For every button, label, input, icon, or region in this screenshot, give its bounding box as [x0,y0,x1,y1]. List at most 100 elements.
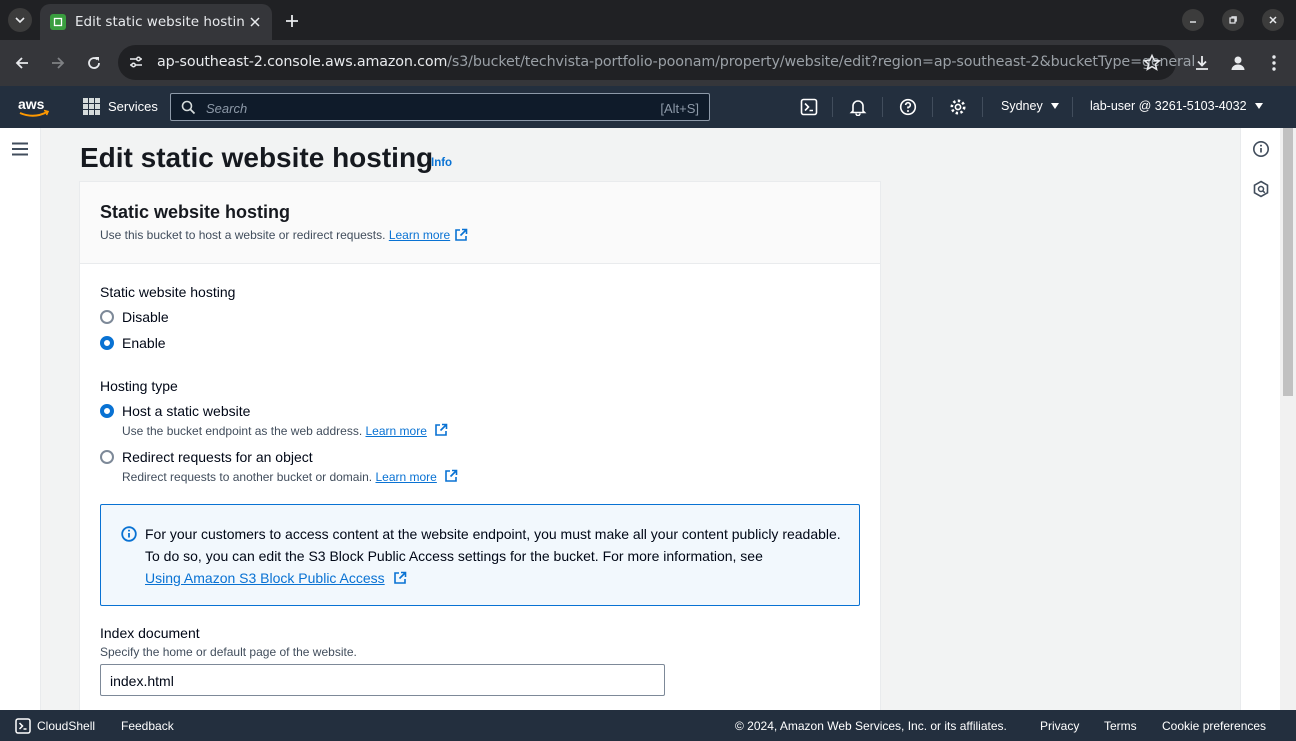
scrollbar-thumb[interactable] [1283,128,1293,396]
radio-label: Host a static website [122,403,251,419]
cloudshell-label: CloudShell [37,719,96,733]
profile-icon[interactable] [1227,52,1249,74]
services-label: Services [108,99,158,114]
external-link-icon [435,423,448,436]
radio-enable[interactable]: Enable [100,335,166,351]
static-hosting-panel: Static website hosting Use this bucket t… [79,181,881,710]
nav-divider [882,97,883,117]
index-document-desc: Specify the home or default page of the … [100,645,357,659]
hosting-type-desc-text: Use the bucket endpoint as the web addre… [122,424,363,438]
index-document-value: index.html [110,673,174,689]
account-menu[interactable]: lab-user @ 3261-5103-4032 [1090,99,1263,113]
radio-circle-selected[interactable] [100,336,114,350]
help-icon[interactable] [898,97,918,117]
browser-toolbar: ap-southeast-2.console.aws.amazon.com/s3… [0,40,1296,86]
radio-label: Disable [122,309,169,325]
privacy-link[interactable]: Privacy [1040,719,1079,733]
reload-icon[interactable] [82,51,106,75]
browser-tabbar: Edit static website hosting [0,0,1296,40]
bookmark-star-icon[interactable] [1142,53,1162,73]
radio-redirect-requests[interactable]: Redirect requests for an object [100,449,313,465]
amazon-q-icon[interactable] [1252,180,1270,198]
back-arrow-icon[interactable] [10,51,34,75]
address-bar[interactable]: ap-southeast-2.console.aws.amazon.com/s3… [118,45,1195,80]
tab-search-button[interactable] [8,8,32,32]
radio-host-static-website[interactable]: Host a static website [100,403,250,419]
settings-gear-icon[interactable] [948,97,968,117]
radio-circle-selected[interactable] [100,404,114,418]
grid-icon [83,98,100,115]
side-navigation-rail [0,128,41,710]
nav-divider [832,97,833,117]
cloudshell-icon[interactable] [799,97,819,117]
panel-header: Static website hosting Use this bucket t… [80,182,880,264]
panel-description-text: Use this bucket to host a website or red… [100,228,386,242]
tools-rail [1240,128,1280,710]
index-document-label: Index document [100,625,200,641]
learn-more-link[interactable]: Learn more [389,228,450,242]
region-selector[interactable]: Sydney [1001,99,1059,113]
search-placeholder: Search [206,101,248,116]
cookie-preferences-link[interactable]: Cookie preferences [1162,719,1266,733]
learn-more-link[interactable]: Learn more [375,470,436,484]
hosting-type-label: Hosting type [100,378,178,394]
window-close-icon[interactable] [1262,9,1284,31]
copyright-text: © 2024, Amazon Web Services, Inc. or its… [735,719,1007,733]
browser-tab-active[interactable]: Edit static website hosting [40,4,272,40]
region-label: Sydney [1001,99,1043,113]
forward-arrow-icon[interactable] [46,51,70,75]
console-footer: CloudShell Feedback © 2024, Amazon Web S… [0,710,1296,741]
caret-down-icon [1050,103,1059,109]
alert-message: For your customers to access content at … [145,526,841,564]
feedback-link[interactable]: Feedback [121,719,174,733]
radio-disable[interactable]: Disable [100,309,169,325]
svg-text:aws: aws [18,96,45,112]
download-icon[interactable] [1191,52,1213,74]
hosting-type-desc: Use the bucket endpoint as the web addre… [122,423,448,438]
radio-label: Enable [122,335,166,351]
main-content: Edit static website hosting Info Static … [41,128,1240,710]
url-path: /s3/bucket/techvista-portfolio-poonam/pr… [447,54,1196,70]
browser-menu-icon[interactable] [1263,52,1285,74]
panel-heading: Static website hosting [100,202,291,222]
info-panel-icon[interactable] [1252,140,1270,158]
info-circle-icon [121,526,137,542]
search-icon [181,100,196,115]
radio-circle[interactable] [100,450,114,464]
index-document-input[interactable]: index.html [100,664,665,696]
restore-icon[interactable] [1222,9,1244,31]
minimize-icon[interactable] [1182,9,1204,31]
block-public-access-link[interactable]: Using Amazon S3 Block Public Access [145,570,385,586]
radio-circle[interactable] [100,310,114,324]
info-link[interactable]: Info [431,157,452,169]
tab-title: Edit static website hosting [75,14,245,30]
hosting-type-desc: Redirect requests to another bucket or d… [122,469,458,484]
new-tab-plus-icon[interactable] [280,9,304,33]
hosting-label: Static website hosting [100,284,236,300]
search-shortcut: [Alt+S] [660,101,699,116]
hosting-type-desc-text: Redirect requests to another bucket or d… [122,470,373,484]
chevron-down-icon [15,17,25,24]
terms-link[interactable]: Terms [1104,719,1137,733]
hamburger-menu-icon[interactable] [12,142,28,156]
search-input[interactable]: Search [Alt+S] [170,93,710,121]
aws-top-nav: aws Services Search [Alt+S] Sydney lab-u… [0,86,1296,128]
cloudshell-footer-button[interactable]: CloudShell [15,718,95,734]
site-settings-icon[interactable] [127,53,145,71]
learn-more-link[interactable]: Learn more [366,424,427,438]
url-host: ap-southeast-2.console.aws.amazon.com [157,54,448,70]
tab-close-icon[interactable] [246,13,264,31]
services-menu-button[interactable]: Services [83,98,158,115]
cloudshell-icon [15,718,31,734]
panel-description: Use this bucket to host a website or red… [100,228,468,242]
page-title: Edit static website hosting [80,142,434,173]
nav-divider [1072,97,1073,117]
nav-divider [932,97,933,117]
caret-down-icon [1254,103,1263,109]
external-link-icon [445,469,458,482]
radio-label: Redirect requests for an object [122,449,313,465]
notifications-bell-icon[interactable] [848,97,868,117]
aws-logo-icon[interactable]: aws [17,95,51,119]
page-scrollbar[interactable] [1280,128,1296,710]
account-label: lab-user @ 3261-5103-4032 [1090,99,1247,113]
